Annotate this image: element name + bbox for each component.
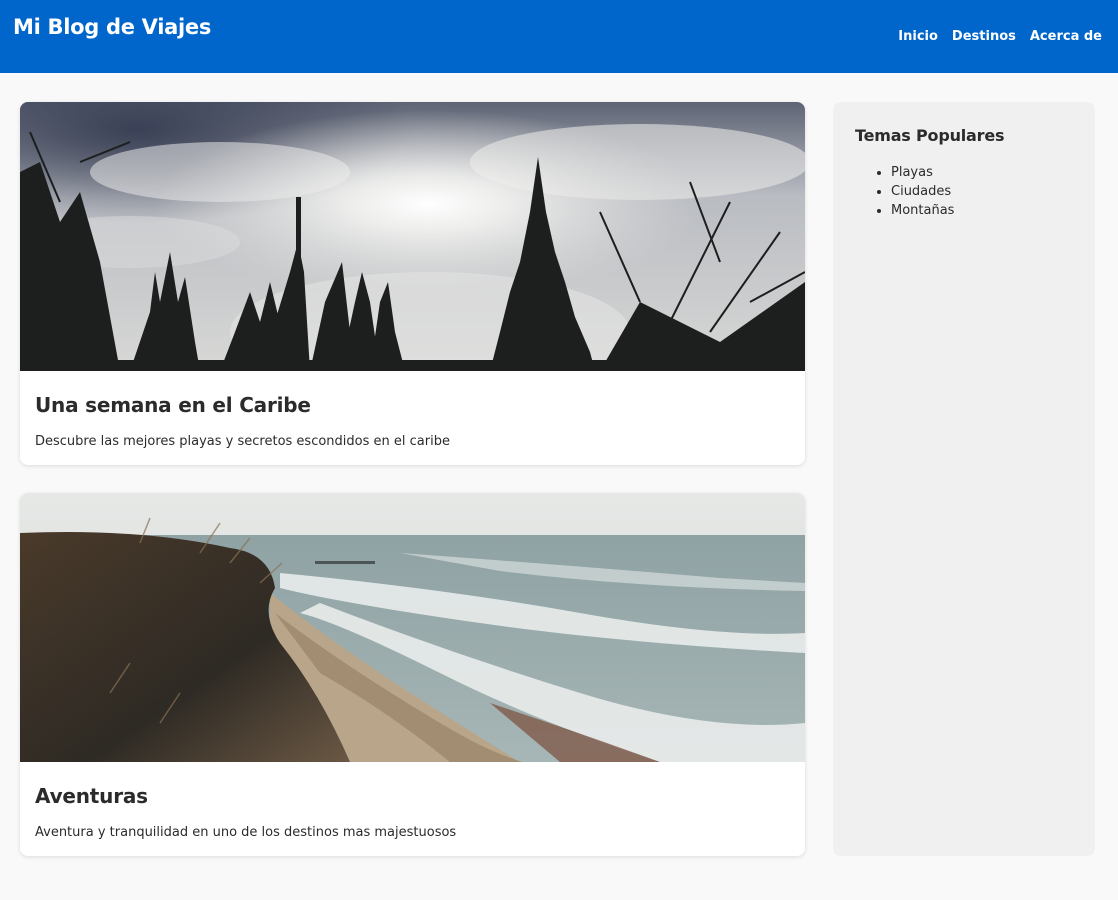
post-card[interactable]: Aventuras Aventura y tranquilidad en uno… bbox=[20, 493, 805, 856]
main-nav: Inicio Destinos Acerca de bbox=[898, 29, 1102, 44]
post-card[interactable]: Una semana en el Caribe Descubre las mej… bbox=[20, 102, 805, 465]
topic-item-montanas[interactable]: Montañas bbox=[891, 201, 1073, 220]
post-list: Una semana en el Caribe Descubre las mej… bbox=[20, 102, 805, 884]
coastal-beach-photo bbox=[20, 493, 805, 762]
post-card-body: Una semana en el Caribe Descubre las mej… bbox=[20, 371, 805, 449]
post-card-body: Aventuras Aventura y tranquilidad en uno… bbox=[20, 762, 805, 840]
nav-link-acerca-de[interactable]: Acerca de bbox=[1030, 29, 1102, 44]
post-title[interactable]: Aventuras bbox=[35, 784, 790, 808]
sidebar-title: Temas Populares bbox=[855, 126, 1005, 145]
sidebar: Temas Populares Playas Ciudades Montañas bbox=[833, 102, 1095, 856]
site-header: Mi Blog de Viajes Inicio Destinos Acerca… bbox=[0, 0, 1118, 73]
post-description: Descubre las mejores playas y secretos e… bbox=[35, 434, 450, 449]
topic-item-ciudades[interactable]: Ciudades bbox=[891, 182, 1073, 201]
forest-fog-photo bbox=[20, 102, 805, 371]
post-description: Aventura y tranquilidad en uno de los de… bbox=[35, 825, 457, 840]
nav-link-destinos[interactable]: Destinos bbox=[952, 29, 1016, 44]
popular-topics-list: Playas Ciudades Montañas bbox=[855, 163, 1073, 220]
nav-link-inicio[interactable]: Inicio bbox=[898, 29, 938, 44]
post-title[interactable]: Una semana en el Caribe bbox=[35, 393, 790, 417]
topic-item-playas[interactable]: Playas bbox=[891, 163, 1073, 182]
site-title[interactable]: Mi Blog de Viajes bbox=[13, 15, 211, 39]
